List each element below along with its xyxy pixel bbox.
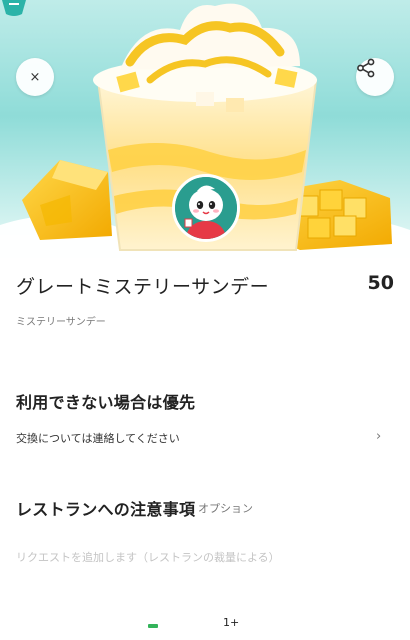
share-icon — [357, 58, 375, 78]
quantity-value: 1+ — [223, 616, 240, 629]
unavailable-preference-heading: 利用できない場合は優先 — [16, 393, 196, 412]
cup-icon — [2, 0, 26, 16]
quantity-decrease-button[interactable] — [148, 624, 158, 628]
close-icon: × — [29, 69, 41, 85]
restaurant-notes-input[interactable] — [16, 546, 394, 568]
close-button[interactable]: × — [16, 58, 54, 96]
mascot-avatar — [172, 174, 240, 242]
restaurant-notes-heading: レストランへの注意事項 — [16, 500, 196, 519]
product-hero-image: × — [0, 0, 410, 258]
product-subtitle: ミステリーサンデー — [16, 317, 106, 328]
product-name: グレートミステリーサンデー — [16, 276, 270, 298]
mascot-icon — [175, 177, 237, 239]
chevron-right-icon: › — [376, 429, 382, 444]
optional-label: オプション — [198, 502, 253, 515]
preference-option-label: 交換については連絡してください — [16, 432, 180, 445]
mango-left — [22, 160, 112, 240]
share-button[interactable] — [356, 58, 394, 96]
product-price: 50 — [367, 272, 394, 294]
unavailable-preference-option[interactable]: 交換については連絡してください › — [0, 422, 410, 452]
